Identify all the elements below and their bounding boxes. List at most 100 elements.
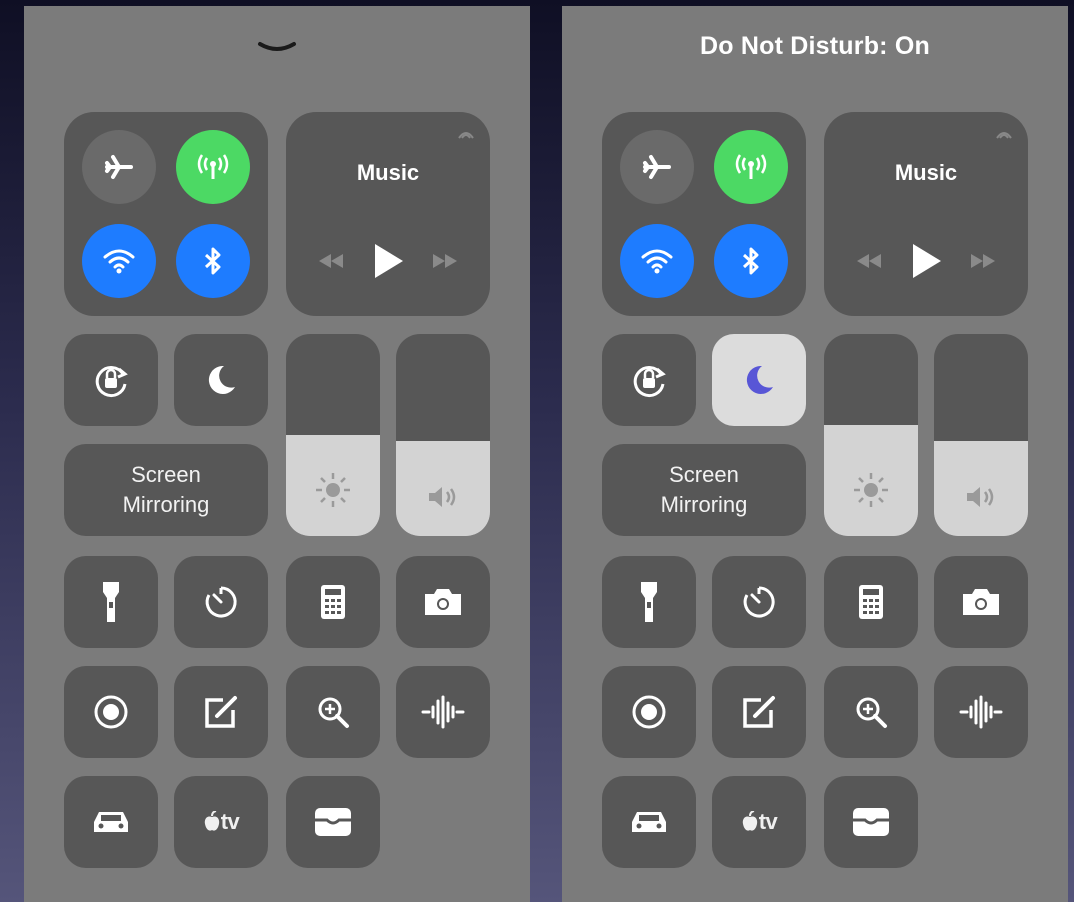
timer-button[interactable] <box>712 556 806 648</box>
do-not-disturb-button[interactable] <box>174 334 268 426</box>
wallet-icon <box>853 808 889 836</box>
orientation-lock-icon <box>95 366 128 398</box>
speaker-icon <box>429 487 456 507</box>
control-center-panel-right: Do Not Disturb: On Music Screen Mirrorin… <box>562 6 1068 902</box>
brightness-slider[interactable] <box>286 334 380 536</box>
screen-mirroring-line1: Screen <box>131 462 201 487</box>
apple-tv-remote-button[interactable]: tv <box>712 776 806 868</box>
orientation-lock-button[interactable] <box>602 334 696 426</box>
airplane-mode-button[interactable] <box>620 130 694 204</box>
magnifier-button[interactable] <box>824 666 918 758</box>
flashlight-button[interactable] <box>602 556 696 648</box>
screen-recording-button[interactable] <box>602 666 696 758</box>
camera-button[interactable] <box>396 556 490 648</box>
do-not-disturb-button[interactable] <box>712 334 806 426</box>
apple-tv-remote-icon <box>742 811 757 831</box>
screen-recording-icon <box>632 695 666 729</box>
wifi-icon <box>103 249 135 274</box>
chevron-down-icon[interactable] <box>257 40 297 54</box>
wallet-button[interactable] <box>286 776 380 868</box>
apple-tv-remote-button[interactable]: tv <box>174 776 268 868</box>
car-icon <box>632 812 666 832</box>
wallet-button[interactable] <box>824 776 918 868</box>
voice-memos-icon <box>959 695 1003 729</box>
bluetooth-button[interactable] <box>714 224 788 298</box>
music-module[interactable]: Music <box>824 112 1028 316</box>
control-center-panel-left: Music Screen Mirroring tv <box>24 6 530 902</box>
connectivity-module <box>602 112 806 316</box>
airplay-icon[interactable] <box>994 126 1014 146</box>
magnifier-icon <box>318 697 349 728</box>
orientation-lock-button[interactable] <box>64 334 158 426</box>
timer-button[interactable] <box>174 556 268 648</box>
volume-slider[interactable] <box>396 334 490 536</box>
screen-mirroring-line2: Mirroring <box>660 492 748 517</box>
music-title: Music <box>356 160 420 185</box>
sun-icon <box>316 473 350 507</box>
airplay-icon[interactable] <box>456 126 476 146</box>
play-icon[interactable] <box>371 242 405 280</box>
screen-mirroring-label: Screen Mirroring <box>661 460 748 520</box>
cellular-data-icon <box>197 154 229 179</box>
timer-icon <box>743 586 775 618</box>
notes-button[interactable] <box>174 666 268 758</box>
voice-memos-button[interactable] <box>396 666 490 758</box>
rewind-icon[interactable] <box>316 252 346 270</box>
wifi-button[interactable] <box>620 224 694 298</box>
fast-forward-icon[interactable] <box>968 252 998 270</box>
airplane-mode-icon <box>643 155 671 179</box>
screen-mirroring-line1: Screen <box>669 462 739 487</box>
speaker-icon <box>967 487 994 507</box>
screen-mirroring-button[interactable]: Screen Mirroring <box>602 444 806 536</box>
screen-mirroring-button[interactable]: Screen Mirroring <box>64 444 268 536</box>
magnifier-icon <box>856 697 887 728</box>
car-button[interactable] <box>64 776 158 868</box>
screen-recording-button[interactable] <box>64 666 158 758</box>
music-module[interactable]: Music <box>286 112 490 316</box>
do-not-disturb-status: Do Not Disturb: On <box>700 32 930 60</box>
wifi-icon <box>641 249 673 274</box>
playback-controls <box>286 242 490 280</box>
wallet-icon <box>315 808 351 836</box>
calculator-icon <box>321 585 345 619</box>
camera-icon <box>425 589 461 615</box>
voice-memos-button[interactable] <box>934 666 1028 758</box>
cellular-data-icon <box>735 154 767 179</box>
volume-slider[interactable] <box>934 334 1028 536</box>
calculator-button[interactable] <box>824 556 918 648</box>
moon-icon <box>208 365 235 394</box>
rewind-icon[interactable] <box>854 252 884 270</box>
play-icon[interactable] <box>909 242 943 280</box>
notes-icon <box>743 696 775 728</box>
playback-controls <box>824 242 1028 280</box>
calculator-icon <box>859 585 883 619</box>
flashlight-icon <box>641 582 657 622</box>
screen-mirroring-line2: Mirroring <box>122 492 210 517</box>
flashlight-icon <box>103 582 119 622</box>
notes-button[interactable] <box>712 666 806 758</box>
music-title: Music <box>894 160 958 185</box>
wifi-button[interactable] <box>82 224 156 298</box>
notes-icon <box>205 696 237 728</box>
brightness-slider[interactable] <box>824 334 918 536</box>
camera-button[interactable] <box>934 556 1028 648</box>
car-button[interactable] <box>602 776 696 868</box>
apple-tv-remote-icon <box>204 811 219 831</box>
cellular-data-button[interactable] <box>714 130 788 204</box>
bluetooth-button[interactable] <box>176 224 250 298</box>
voice-memos-icon <box>421 695 465 729</box>
apple-tv-label: tv <box>758 809 778 834</box>
airplane-mode-icon <box>105 155 133 179</box>
flashlight-button[interactable] <box>64 556 158 648</box>
airplane-mode-button[interactable] <box>82 130 156 204</box>
bluetooth-icon <box>204 247 221 275</box>
camera-icon <box>963 589 999 615</box>
timer-icon <box>205 586 237 618</box>
cellular-data-button[interactable] <box>176 130 250 204</box>
magnifier-button[interactable] <box>286 666 380 758</box>
orientation-lock-icon <box>633 366 666 398</box>
moon-icon <box>746 365 773 394</box>
sun-icon <box>854 473 888 507</box>
calculator-button[interactable] <box>286 556 380 648</box>
fast-forward-icon[interactable] <box>430 252 460 270</box>
